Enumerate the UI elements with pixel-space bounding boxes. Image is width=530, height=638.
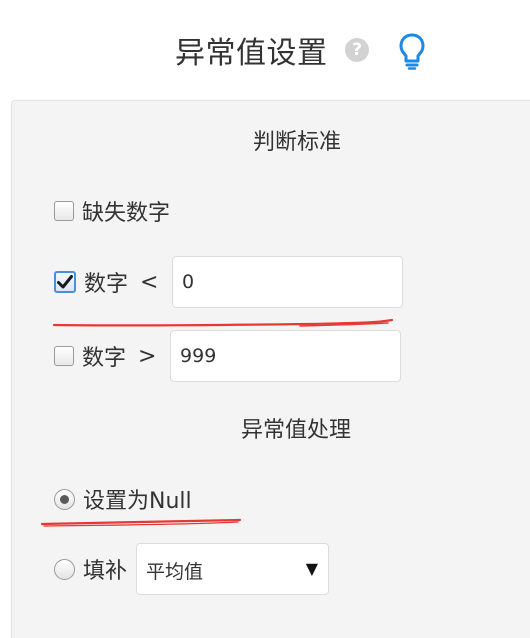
checkmark-icon bbox=[57, 275, 73, 289]
fill-option: 填补 平均值 ▼ bbox=[54, 543, 330, 595]
lightbulb-icon[interactable] bbox=[397, 32, 427, 70]
less-than-checkbox[interactable] bbox=[54, 271, 76, 293]
fill-method-select[interactable]: 平均值 ▼ bbox=[136, 543, 330, 595]
fill-method-value: 平均值 bbox=[146, 561, 204, 583]
question-circle-icon[interactable]: ? bbox=[345, 38, 369, 62]
handling-section-title: 异常值处理 bbox=[241, 418, 352, 443]
greater-than-operator: > bbox=[138, 343, 157, 369]
missing-number-option[interactable]: 缺失数字 bbox=[54, 198, 171, 226]
greater-than-checkbox[interactable] bbox=[54, 346, 74, 366]
greater-than-label: 数字 bbox=[82, 346, 127, 371]
less-than-input[interactable]: 0 bbox=[172, 256, 404, 308]
less-than-label: 数字 bbox=[84, 272, 129, 297]
radio-selected-dot bbox=[60, 494, 69, 504]
less-than-operator: < bbox=[140, 269, 159, 295]
greater-than-option: 数字 > 999 bbox=[54, 330, 402, 382]
header: 异常值设置 ? bbox=[0, 24, 530, 76]
greater-than-input[interactable]: 999 bbox=[170, 330, 402, 382]
criteria-section-title: 判断标准 bbox=[253, 130, 342, 155]
set-null-radio[interactable] bbox=[54, 488, 75, 510]
fill-radio[interactable] bbox=[54, 558, 75, 580]
set-null-label: 设置为Null bbox=[83, 489, 192, 514]
page-title: 异常值设置 bbox=[175, 36, 328, 71]
chevron-down-icon: ▼ bbox=[305, 559, 319, 578]
missing-number-checkbox[interactable] bbox=[54, 201, 74, 221]
fill-label: 填补 bbox=[83, 559, 128, 584]
less-than-option: 数字 < 0 bbox=[54, 256, 404, 308]
set-null-option[interactable]: 设置为Null bbox=[54, 485, 192, 514]
outlier-settings-dialog: 异常值设置 ? 判断标准 缺失数字 数字 < 0 数字 > 999 异常值处理 bbox=[0, 0, 530, 638]
missing-number-label: 缺失数字 bbox=[82, 201, 171, 226]
